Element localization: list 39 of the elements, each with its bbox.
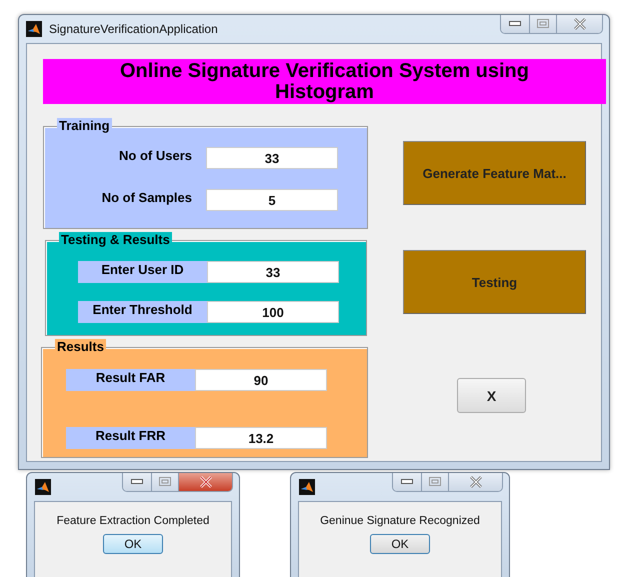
close-app-button[interactable]: X — [457, 378, 526, 413]
input-field[interactable]: 100 — [207, 301, 339, 323]
maximize-icon — [537, 19, 549, 29]
input-field[interactable]: 13.2 — [195, 427, 327, 449]
close-icon — [198, 476, 212, 488]
field-label: Enter Threshold — [78, 301, 207, 323]
panel-title: Testing & Results — [59, 232, 172, 248]
action-button[interactable]: Testing — [403, 250, 586, 314]
ok-button[interactable]: OK — [370, 534, 430, 554]
minimize-icon — [509, 21, 521, 27]
minimize-button[interactable] — [501, 15, 529, 33]
minimize-icon — [131, 479, 143, 485]
field-label: Result FRR — [66, 427, 195, 449]
input-field[interactable]: 5 — [206, 189, 338, 211]
input-field[interactable]: 33 — [207, 261, 339, 283]
close-button[interactable] — [448, 473, 502, 491]
maximize-icon — [429, 477, 441, 487]
app-banner: Online Signature Verification System using Histogram — [43, 59, 606, 104]
dialog-message: Geninue Signature Recognized — [320, 515, 480, 527]
close-icon — [572, 18, 586, 30]
minimize-icon — [401, 479, 413, 485]
panel-title: Training — [57, 118, 112, 134]
app-logo-icon — [26, 20, 42, 36]
close-button[interactable] — [178, 473, 232, 491]
app-logo-icon — [299, 479, 315, 495]
minimize-button[interactable] — [393, 473, 421, 491]
action-button[interactable]: Generate Feature Mat... — [403, 141, 586, 205]
ok-button[interactable]: OK — [103, 534, 163, 554]
field-label: Enter User ID — [78, 261, 207, 283]
field-label: Result FAR — [66, 369, 195, 391]
minimize-button[interactable] — [123, 473, 151, 491]
dialog-message: Feature Extraction Completed — [56, 515, 210, 527]
app-logo-icon — [35, 479, 51, 495]
window-title: SignatureVerificationApplication — [49, 22, 219, 36]
close-icon — [468, 476, 482, 488]
input-field[interactable]: 33 — [206, 147, 338, 169]
input-field[interactable]: 90 — [195, 369, 327, 391]
close-button[interactable] — [556, 15, 602, 33]
maximize-icon — [159, 477, 171, 487]
